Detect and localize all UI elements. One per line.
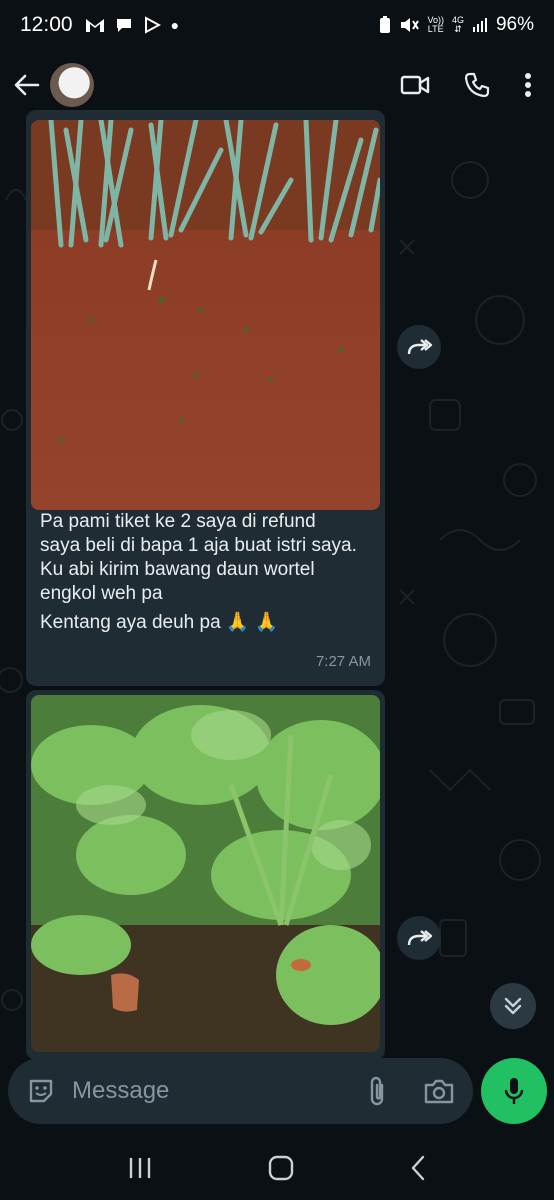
composer-actions xyxy=(367,1075,455,1107)
forward-button[interactable] xyxy=(397,916,441,960)
mute-icon xyxy=(401,18,420,32)
battery-percent: 96% xyxy=(495,14,534,35)
forward-icon xyxy=(407,339,433,355)
message-input[interactable] xyxy=(72,1077,342,1105)
message-line: saya beli di bapa 1 aja buat istri saya. xyxy=(40,535,357,556)
volte-indicator: Vo)) LTE xyxy=(427,16,444,34)
battery-saver-icon xyxy=(380,16,391,33)
notification-icons: ● xyxy=(85,16,179,34)
message-text: Pa pami tiket ke 2 saya di refund saya b… xyxy=(40,510,375,635)
video-call-icon[interactable] xyxy=(400,74,430,96)
message-line: Pa pami tiket ke 2 saya di refund xyxy=(40,511,316,532)
message-time: 7:27 AM xyxy=(315,653,371,670)
header-actions xyxy=(400,72,542,98)
more-vert-icon[interactable] xyxy=(524,72,532,98)
scroll-down-button[interactable] xyxy=(490,983,536,1029)
message-line: Ku abi kirim bawang daun wortel xyxy=(40,559,315,580)
camera-icon[interactable] xyxy=(423,1077,455,1105)
avatar[interactable] xyxy=(50,63,94,107)
message-line: engkol weh pa xyxy=(40,583,163,604)
forward-icon xyxy=(407,930,433,946)
back-nav-icon[interactable] xyxy=(409,1155,427,1181)
volte-bottom: LTE xyxy=(427,24,444,34)
back-arrow-icon xyxy=(14,74,40,96)
chat-bubble-icon xyxy=(116,19,131,32)
contact-name[interactable] xyxy=(106,73,256,97)
status-time: 12:00 xyxy=(20,13,73,36)
system-nav-bar xyxy=(0,1135,554,1200)
mic-button[interactable] xyxy=(481,1058,547,1124)
scroll-down-icon xyxy=(504,997,522,1015)
network-gen: 4G ⇵ xyxy=(452,16,464,34)
forward-button[interactable] xyxy=(397,325,441,369)
gmail-icon xyxy=(85,19,104,32)
dot-icon: ● xyxy=(170,17,180,33)
status-bar: 12:00 ● Vo)) LTE 4G ⇵ 96% xyxy=(0,0,554,50)
phone-icon[interactable] xyxy=(464,72,490,98)
status-right: Vo)) LTE 4G ⇵ 96% xyxy=(379,14,534,36)
recents-icon[interactable] xyxy=(127,1156,153,1180)
back-button[interactable] xyxy=(12,70,42,100)
carrot-plants-photo[interactable] xyxy=(31,695,380,1052)
onion-field-photo[interactable] xyxy=(31,120,380,510)
sticker-icon[interactable] xyxy=(26,1076,56,1106)
mic-icon xyxy=(504,1078,524,1104)
data-arrows-icon: ⇵ xyxy=(454,24,462,34)
message-bubble[interactable]: Pa pami tiket ke 2 saya di refund saya b… xyxy=(26,110,385,686)
message-composer xyxy=(8,1058,473,1124)
attach-icon[interactable] xyxy=(367,1075,387,1107)
signal-icon xyxy=(472,18,487,32)
play-store-icon xyxy=(144,16,161,34)
message-line: Kentang aya deuh pa 🙏 🙏 xyxy=(40,612,279,633)
home-icon[interactable] xyxy=(268,1155,294,1181)
message-bubble[interactable] xyxy=(26,690,385,1060)
